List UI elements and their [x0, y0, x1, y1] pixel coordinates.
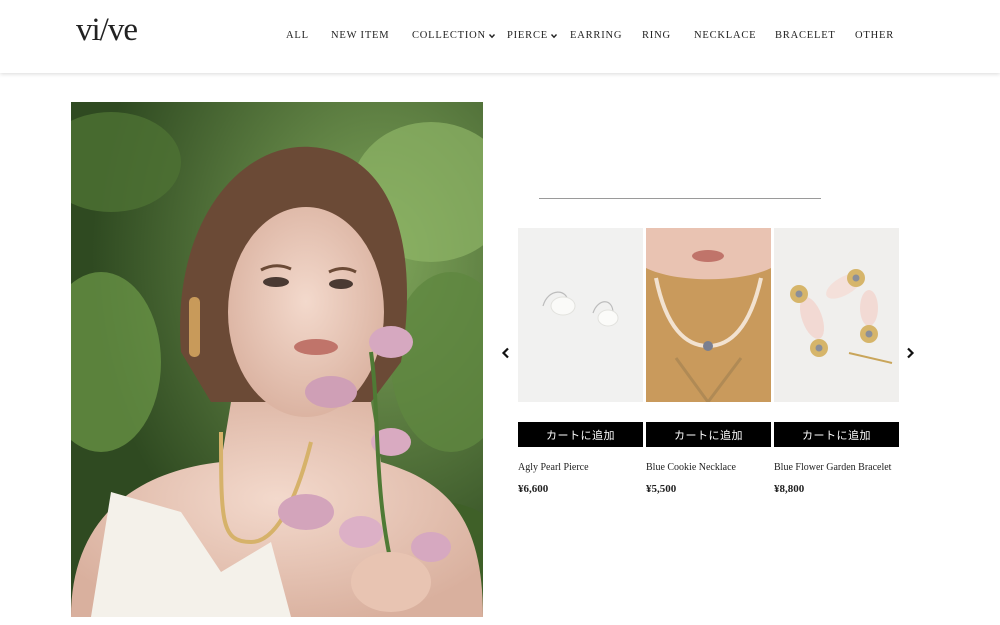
chevron-down-icon [550, 33, 557, 38]
chevron-right-icon [907, 347, 915, 359]
product-card: カートに追加 Blue Cookie Necklace ¥5,500 [646, 228, 771, 495]
carousel-next-button[interactable] [903, 346, 917, 360]
nav-item-label: NEW ITEM [331, 30, 390, 41]
nav-item-earring[interactable]: EARRING [570, 30, 622, 41]
add-to-cart-button[interactable]: カートに追加 [646, 422, 771, 447]
product-image[interactable] [646, 228, 771, 402]
nav-item-collection[interactable]: COLLECTION [412, 30, 496, 41]
hero-photo [71, 102, 483, 617]
section-divider [539, 198, 821, 199]
nav-item-label: RING [642, 30, 671, 41]
pearl-pierce-photo [518, 228, 643, 402]
product-card: カートに追加 Blue Flower Garden Bracelet ¥8,80… [774, 228, 899, 495]
product-image[interactable] [518, 228, 643, 402]
product-price: ¥5,500 [646, 483, 677, 495]
nav-item-other[interactable]: OTHER [855, 30, 894, 41]
flower-bracelet-photo [774, 228, 899, 402]
nav-item-new-item[interactable]: NEW ITEM [331, 30, 389, 41]
brand-logo[interactable]: vi/ve [76, 12, 138, 49]
nav-item-label: COLLECTION [412, 30, 486, 41]
product-price: ¥6,600 [518, 483, 549, 495]
nav-item-label: OTHER [855, 30, 894, 41]
product-price: ¥8,800 [774, 483, 805, 495]
nav-item-label: EARRING [570, 30, 623, 41]
nav-item-label: BRACELET [775, 30, 836, 41]
nav-item-label: PIERCE [507, 30, 548, 41]
nav-item-bracelet[interactable]: BRACELET [775, 30, 836, 41]
nav-item-all[interactable]: ALL [286, 30, 309, 41]
nav-item-ring[interactable]: RING [642, 30, 671, 41]
chevron-left-icon [501, 347, 509, 359]
nav-item-label: NECKLACE [694, 30, 757, 41]
nav-item-label: ALL [286, 30, 309, 41]
product-card: カートに追加 Agly Pearl Pierce ¥6,600 [518, 228, 643, 495]
nav-item-pierce[interactable]: PIERCE [507, 30, 558, 41]
chevron-down-icon [488, 33, 495, 38]
carousel-prev-button[interactable] [499, 346, 513, 360]
add-to-cart-button[interactable]: カートに追加 [774, 422, 899, 447]
nav-item-necklace[interactable]: NECKLACE [694, 30, 756, 41]
hero-image [71, 102, 483, 617]
site-header: vi/ve ALL NEW ITEM COLLECTION PIERCE EAR… [0, 0, 1000, 73]
product-name[interactable]: Agly Pearl Pierce [518, 462, 643, 473]
product-name[interactable]: Blue Cookie Necklace [646, 462, 771, 473]
cookie-necklace-photo [646, 228, 771, 402]
product-name[interactable]: Blue Flower Garden Bracelet [774, 462, 899, 473]
product-image[interactable] [774, 228, 899, 402]
add-to-cart-button[interactable]: カートに追加 [518, 422, 643, 447]
